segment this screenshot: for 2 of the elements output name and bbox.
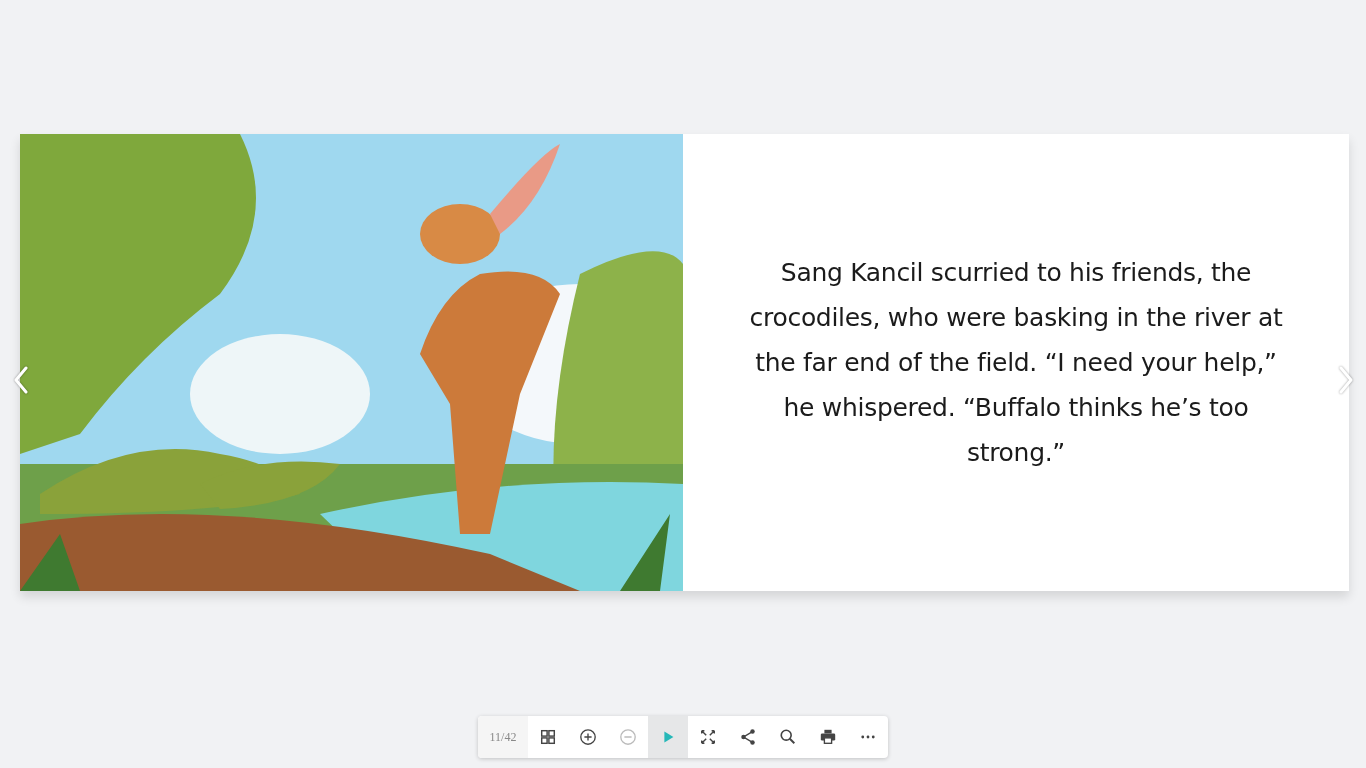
story-text: Sang Kancil scurried to his friends, the crocodiles, who were basking in the river at the far end of the field. “I need your help,” he whispered. “Buffalo thinks he’s too strong.” [748,257,1284,469]
page-indicator: 11/42 [478,716,528,758]
